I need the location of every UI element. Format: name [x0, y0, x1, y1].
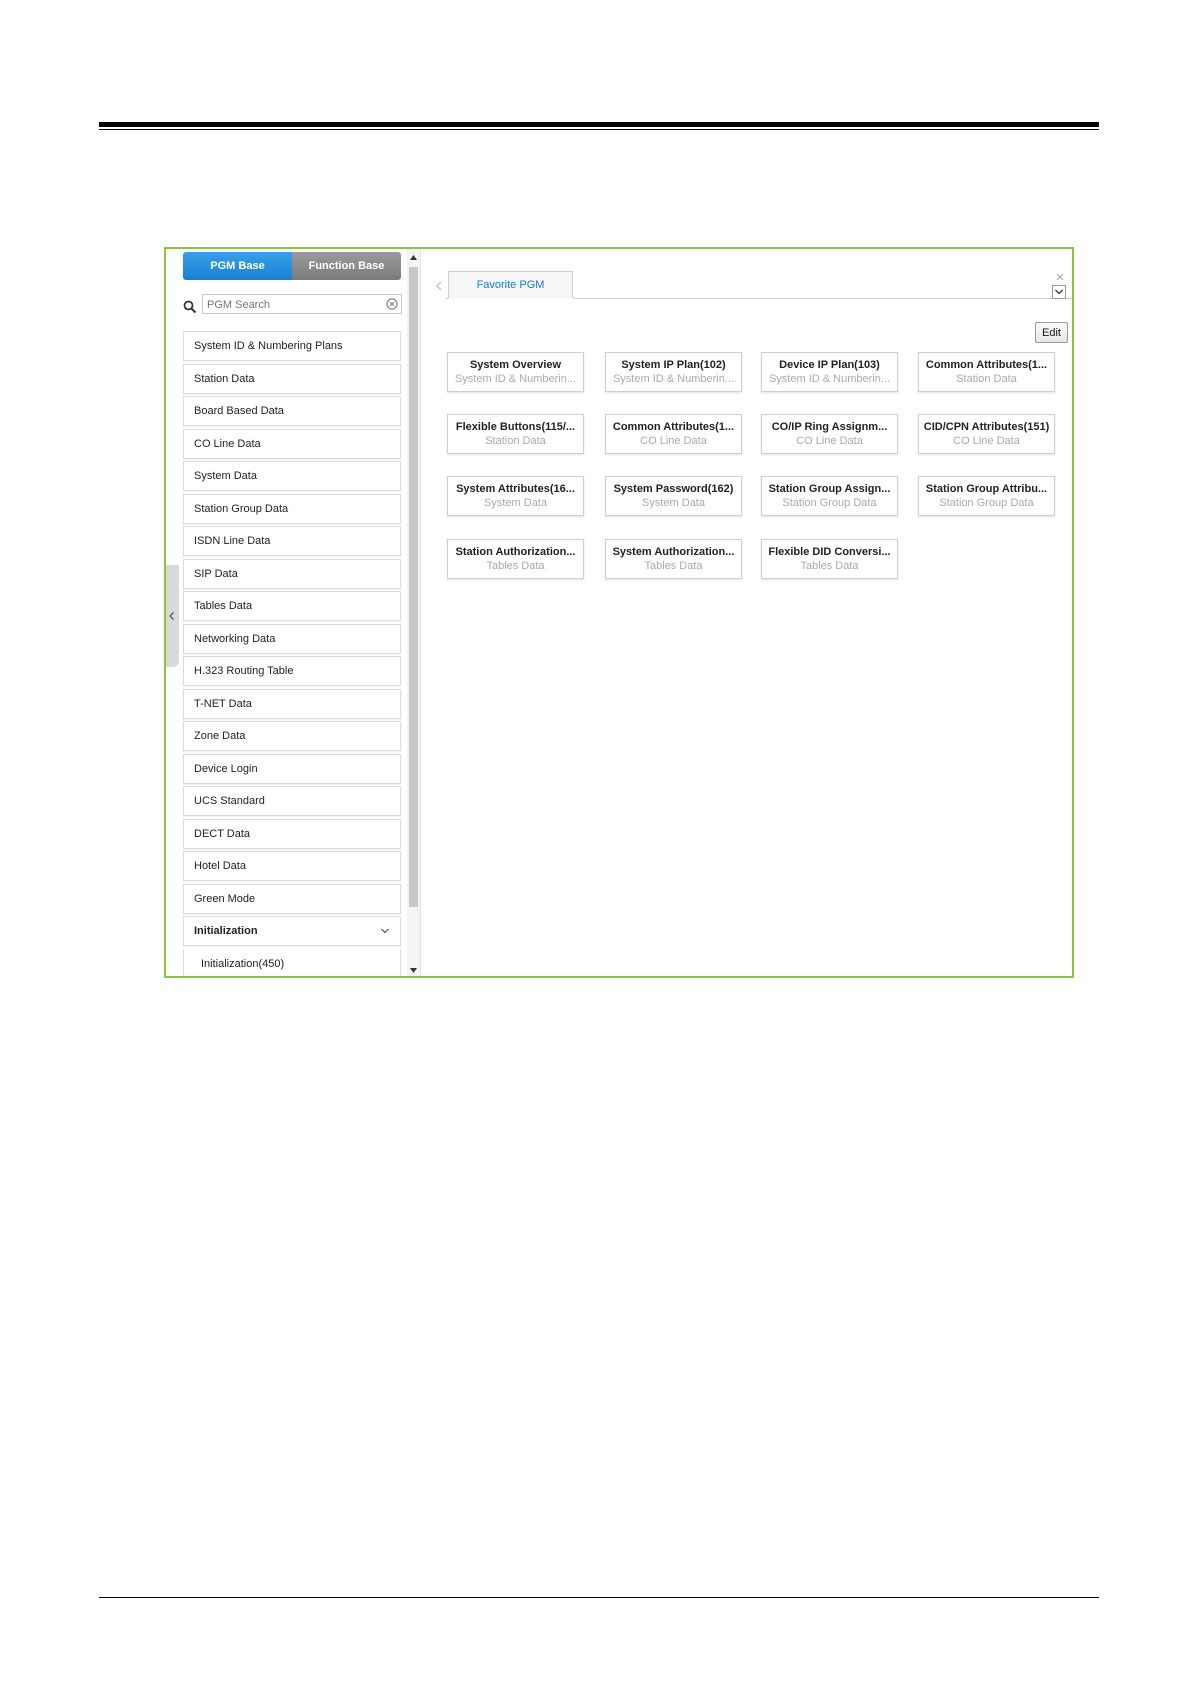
clear-icon[interactable]: [386, 298, 398, 310]
card-title: System Password(162): [613, 483, 734, 495]
card-title: System Authorization...: [612, 546, 735, 558]
card-title: Flexible Buttons(115/...: [455, 421, 576, 433]
sidebar-item-initialization[interactable]: Initialization: [183, 916, 401, 946]
pgm-card-cid-cpn-attributes[interactable]: CID/CPN Attributes(151) CO Line Data: [918, 414, 1055, 454]
card-title: CO/IP Ring Assignm...: [771, 421, 888, 433]
sidebar-item-green-mode[interactable]: Green Mode: [183, 883, 401, 914]
sidebar-item-zone-data[interactable]: Zone Data: [183, 721, 401, 751]
sidebar-collapse-handle[interactable]: [166, 565, 179, 667]
sidebar-item-device-login[interactable]: Device Login: [183, 753, 401, 784]
card-subtitle: CO Line Data: [796, 435, 863, 447]
close-icon[interactable]: [1054, 271, 1066, 283]
scrollbar-thumb[interactable]: [409, 267, 418, 907]
sidebar-item-tables-data[interactable]: Tables Data: [183, 591, 401, 621]
edit-button[interactable]: Edit: [1035, 322, 1068, 343]
card-subtitle: Station Data: [956, 373, 1017, 385]
card-subtitle: System Data: [642, 497, 705, 509]
pgm-base-button[interactable]: PGM Base: [183, 252, 292, 280]
search-icon: [183, 300, 197, 314]
card-title: CID/CPN Attributes(151): [923, 421, 1050, 433]
sidebar-item-tnet-data[interactable]: T-NET Data: [183, 688, 401, 719]
card-subtitle: Station Data: [485, 435, 546, 447]
pgm-card-co-ip-ring-assignment[interactable]: CO/IP Ring Assignm... CO Line Data: [761, 414, 898, 454]
sidebar-item-h323-routing-table[interactable]: H.323 Routing Table: [183, 656, 401, 686]
pgm-card-station-group-assignment[interactable]: Station Group Assign... Station Group Da…: [761, 476, 898, 516]
card-title: System IP Plan(102): [621, 359, 726, 371]
sidebar-item-label: Initialization: [194, 925, 258, 937]
card-title: Common Attributes(1...: [612, 421, 735, 433]
card-subtitle: CO Line Data: [953, 435, 1020, 447]
pgm-card-system-overview[interactable]: System Overview System ID & Numberin...: [447, 352, 584, 392]
card-subtitle: Tables Data: [486, 560, 545, 572]
sidebar-item-dect-data[interactable]: DECT Data: [183, 818, 401, 849]
pgm-card-device-ip-plan[interactable]: Device IP Plan(103) System ID & Numberin…: [761, 352, 898, 392]
card-subtitle: System Data: [484, 497, 547, 509]
view-toggle: PGM Base Function Base: [183, 252, 401, 280]
sidebar: System ID & Numbering Plans Station Data…: [183, 331, 401, 976]
sidebar-item-station-group-data[interactable]: Station Group Data: [183, 493, 401, 524]
pgm-card-common-attributes-co[interactable]: Common Attributes(1... CO Line Data: [605, 414, 742, 454]
sidebar-item-sip-data[interactable]: SIP Data: [183, 558, 401, 589]
card-subtitle: System ID & Numberin...: [612, 373, 735, 385]
tab-prev-icon[interactable]: [434, 279, 444, 293]
search-input[interactable]: [203, 296, 381, 314]
pgm-card-system-authorization[interactable]: System Authorization... Tables Data: [605, 539, 742, 579]
card-subtitle: System ID & Numberin...: [454, 373, 577, 385]
card-title: Flexible DID Conversi...: [768, 546, 891, 558]
sidebar-item-isdn-line-data[interactable]: ISDN Line Data: [183, 526, 401, 556]
card-title: Station Authorization...: [455, 546, 576, 558]
pgm-card-common-attributes-station[interactable]: Common Attributes(1... Station Data: [918, 352, 1055, 392]
chevron-down-icon: [1055, 289, 1063, 295]
search-field: [202, 294, 402, 314]
card-subtitle: CO Line Data: [640, 435, 707, 447]
card-subtitle: System ID & Numberin...: [768, 373, 891, 385]
chevron-down-icon: [381, 928, 389, 934]
pane-divider: [420, 249, 421, 976]
card-title: System Overview: [469, 359, 562, 371]
pgm-card-system-password[interactable]: System Password(162) System Data: [605, 476, 742, 516]
card-subtitle: Tables Data: [800, 560, 859, 572]
header-rule: [99, 122, 1099, 127]
scroll-down-icon[interactable]: [407, 964, 420, 976]
pgm-card-system-attributes[interactable]: System Attributes(16... System Data: [447, 476, 584, 516]
tab-favorite-pgm[interactable]: Favorite PGM: [448, 271, 573, 299]
pgm-card-system-ip-plan[interactable]: System IP Plan(102) System ID & Numberin…: [605, 352, 742, 392]
sidebar-subitem-initialization-450[interactable]: Initialization(450): [183, 948, 401, 976]
sidebar-item-system-id[interactable]: System ID & Numbering Plans: [183, 331, 401, 361]
card-subtitle: Station Group Data: [782, 497, 877, 509]
pgm-card-flexible-did-conversion[interactable]: Flexible DID Conversi... Tables Data: [761, 539, 898, 579]
pgm-card-station-group-attributes[interactable]: Station Group Attribu... Station Group D…: [918, 476, 1055, 516]
card-title: System Attributes(16...: [456, 483, 575, 495]
card-title: Common Attributes(1...: [925, 359, 1048, 371]
function-base-button[interactable]: Function Base: [292, 252, 401, 280]
sidebar-item-board-based-data[interactable]: Board Based Data: [183, 396, 401, 426]
card-subtitle: Tables Data: [644, 560, 703, 572]
sidebar-scrollbar[interactable]: [407, 249, 420, 976]
header-rule-thin: [99, 129, 1099, 130]
sidebar-item-co-line-data[interactable]: CO Line Data: [183, 428, 401, 459]
pgm-card-flexible-buttons[interactable]: Flexible Buttons(115/... Station Data: [447, 414, 584, 454]
chevron-left-icon: [168, 612, 174, 620]
sidebar-item-hotel-data[interactable]: Hotel Data: [183, 851, 401, 881]
card-title: Device IP Plan(103): [779, 359, 880, 371]
card-title: Station Group Assign...: [768, 483, 891, 495]
scroll-up-icon[interactable]: [407, 251, 420, 263]
sidebar-item-station-data[interactable]: Station Data: [183, 363, 401, 394]
card-subtitle: Station Group Data: [939, 497, 1034, 509]
sidebar-item-ucs-standard[interactable]: UCS Standard: [183, 786, 401, 816]
card-title: Station Group Attribu...: [925, 483, 1048, 495]
tab-menu-button[interactable]: [1052, 285, 1066, 299]
footer-rule: [99, 1597, 1099, 1598]
sidebar-item-system-data[interactable]: System Data: [183, 461, 401, 491]
app-window: PGM Base Function Base System ID & Numbe…: [164, 247, 1074, 978]
sidebar-item-networking-data[interactable]: Networking Data: [183, 623, 401, 654]
pgm-card-station-authorization[interactable]: Station Authorization... Tables Data: [447, 539, 584, 579]
